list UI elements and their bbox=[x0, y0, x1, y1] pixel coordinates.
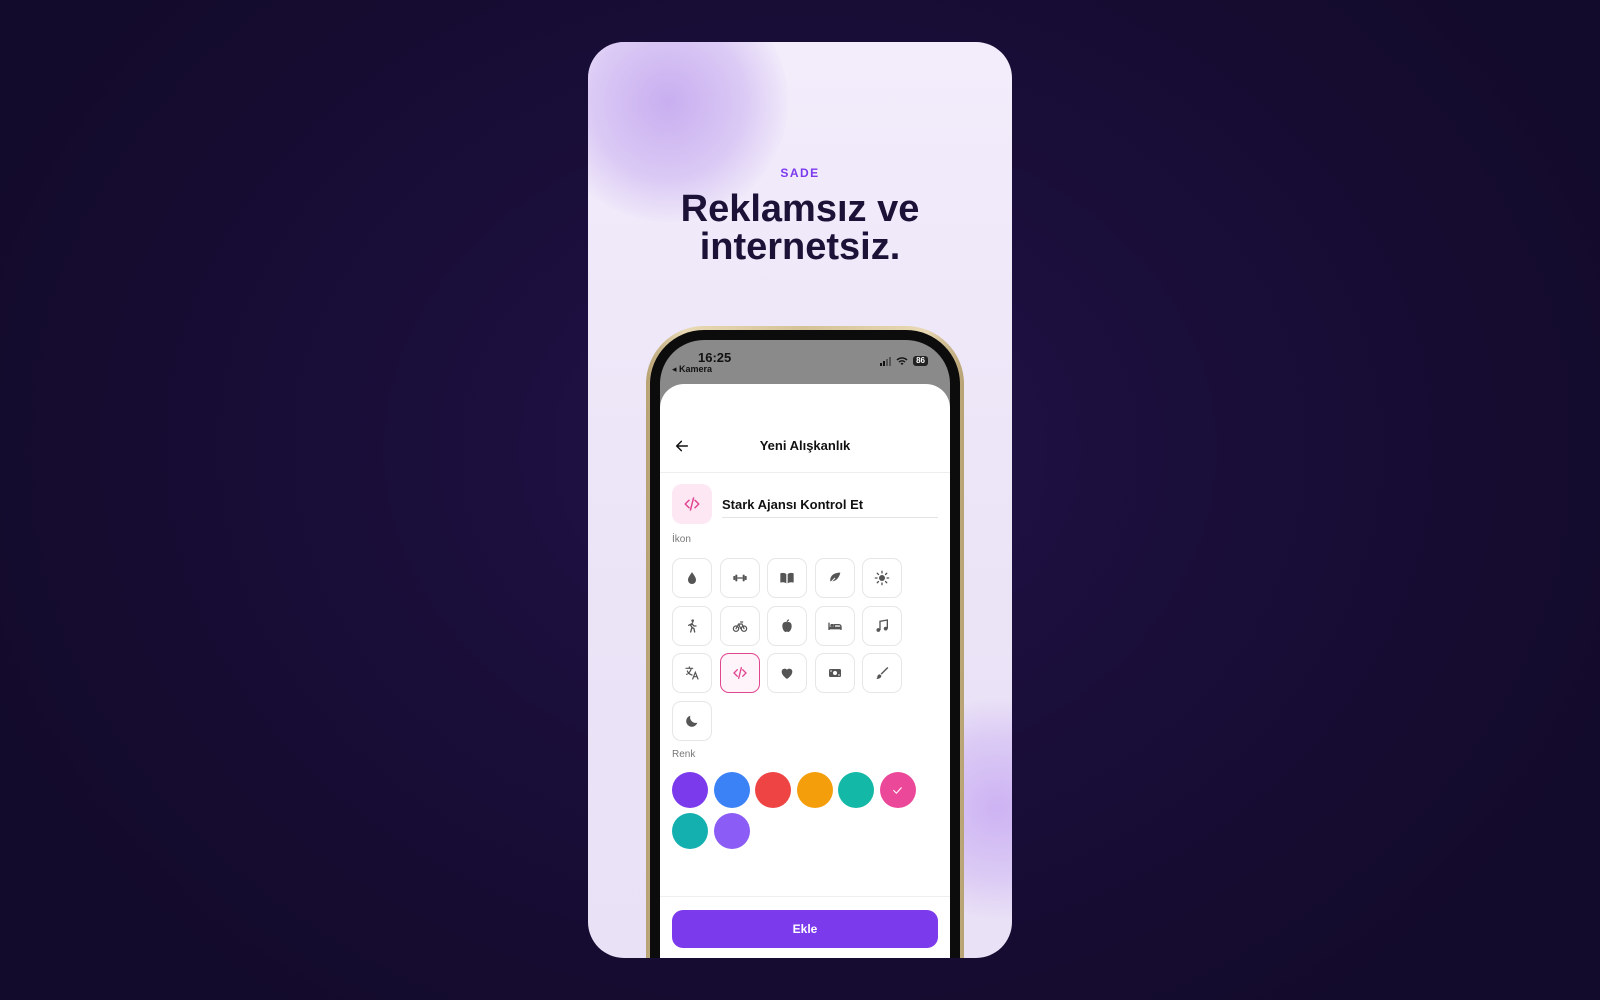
headline-line-2: internetsiz. bbox=[699, 226, 901, 268]
icon-option-leaf[interactable] bbox=[814, 558, 855, 598]
back-to-app-link[interactable]: ◂ Kamera bbox=[672, 364, 712, 375]
translate-icon bbox=[685, 666, 699, 680]
color-swatch-orange[interactable] bbox=[796, 772, 833, 808]
promo-headline: Reklamsız ve internetsiz. bbox=[588, 190, 1012, 266]
bed-icon bbox=[827, 622, 842, 630]
wifi-icon bbox=[896, 357, 908, 365]
walking-icon bbox=[688, 618, 697, 633]
icon-option-book[interactable] bbox=[767, 558, 807, 598]
icon-option-music-note[interactable] bbox=[862, 605, 902, 646]
paintbrush-icon bbox=[876, 667, 889, 679]
icon-option-sun[interactable] bbox=[862, 558, 902, 598]
icon-option-moon[interactable] bbox=[672, 700, 712, 741]
color-swatch-red[interactable] bbox=[755, 772, 791, 808]
book-icon bbox=[780, 572, 794, 584]
promo-card: SADE Reklamsız ve internetsiz. 16:25 ◂ K… bbox=[588, 42, 1012, 958]
status-time: 16:25 bbox=[698, 350, 732, 365]
icon-option-walking[interactable] bbox=[672, 605, 712, 646]
icon-section-label: İkon bbox=[672, 534, 691, 545]
dumbbell-icon bbox=[732, 574, 747, 582]
icon-option-apple[interactable] bbox=[767, 605, 807, 646]
icon-option-money[interactable] bbox=[814, 653, 855, 693]
water-drop-icon bbox=[688, 572, 696, 584]
moon-icon bbox=[686, 715, 698, 727]
selected-icon-preview[interactable] bbox=[672, 484, 712, 524]
code-icon bbox=[732, 667, 747, 679]
icon-option-water-drop[interactable] bbox=[672, 558, 712, 598]
color-swatch-purple[interactable] bbox=[672, 772, 708, 808]
icon-option-translate[interactable] bbox=[672, 653, 712, 693]
phone-frame: 16:25 ◂ Kamera 86 Yeni Alışkanlık Stark … bbox=[646, 326, 964, 958]
color-picker bbox=[672, 772, 932, 849]
code-icon bbox=[684, 497, 700, 511]
battery-icon: 86 bbox=[913, 356, 928, 366]
divider bbox=[660, 472, 950, 473]
heart-icon bbox=[781, 668, 793, 679]
signal-icon bbox=[880, 356, 892, 366]
money-icon bbox=[828, 669, 841, 677]
divider bbox=[660, 896, 950, 897]
icon-option-bed[interactable] bbox=[814, 605, 855, 646]
icon-option-paintbrush[interactable] bbox=[862, 653, 902, 693]
color-swatch-violet[interactable] bbox=[713, 813, 750, 849]
bicycle-icon bbox=[732, 620, 747, 632]
sun-icon bbox=[874, 570, 890, 586]
leaf-icon bbox=[828, 572, 840, 585]
promo-eyebrow: SADE bbox=[780, 166, 820, 180]
icon-option-heart[interactable] bbox=[767, 653, 807, 693]
icon-option-bicycle[interactable] bbox=[719, 605, 760, 646]
icon-option-code[interactable] bbox=[719, 653, 760, 693]
phone-bezel: 16:25 ◂ Kamera 86 Yeni Alışkanlık Stark … bbox=[650, 330, 960, 958]
phone-screen: 16:25 ◂ Kamera 86 Yeni Alışkanlık Stark … bbox=[660, 340, 950, 958]
icon-picker bbox=[672, 558, 912, 741]
nav-bar: Yeni Alışkanlık bbox=[660, 436, 950, 456]
page-title: Yeni Alışkanlık bbox=[759, 438, 851, 453]
color-swatch-cyan[interactable] bbox=[672, 813, 708, 849]
color-swatch-teal[interactable] bbox=[838, 772, 874, 808]
color-swatch-blue[interactable] bbox=[713, 772, 750, 808]
music-note-icon bbox=[876, 618, 888, 632]
checkmark-icon bbox=[893, 786, 902, 794]
new-habit-sheet: Yeni Alışkanlık İkon bbox=[660, 384, 950, 958]
apple-icon bbox=[782, 618, 792, 632]
add-button[interactable]: Ekle bbox=[672, 910, 938, 948]
color-swatch-pink[interactable] bbox=[879, 772, 916, 808]
status-icons: 86 bbox=[880, 356, 928, 366]
headline-line-1: Reklamsız ve bbox=[680, 188, 920, 230]
habit-name-row bbox=[672, 484, 938, 524]
habit-name-input[interactable] bbox=[722, 492, 938, 518]
icon-option-dumbbell[interactable] bbox=[719, 558, 760, 598]
color-section-label: Renk bbox=[672, 749, 696, 760]
